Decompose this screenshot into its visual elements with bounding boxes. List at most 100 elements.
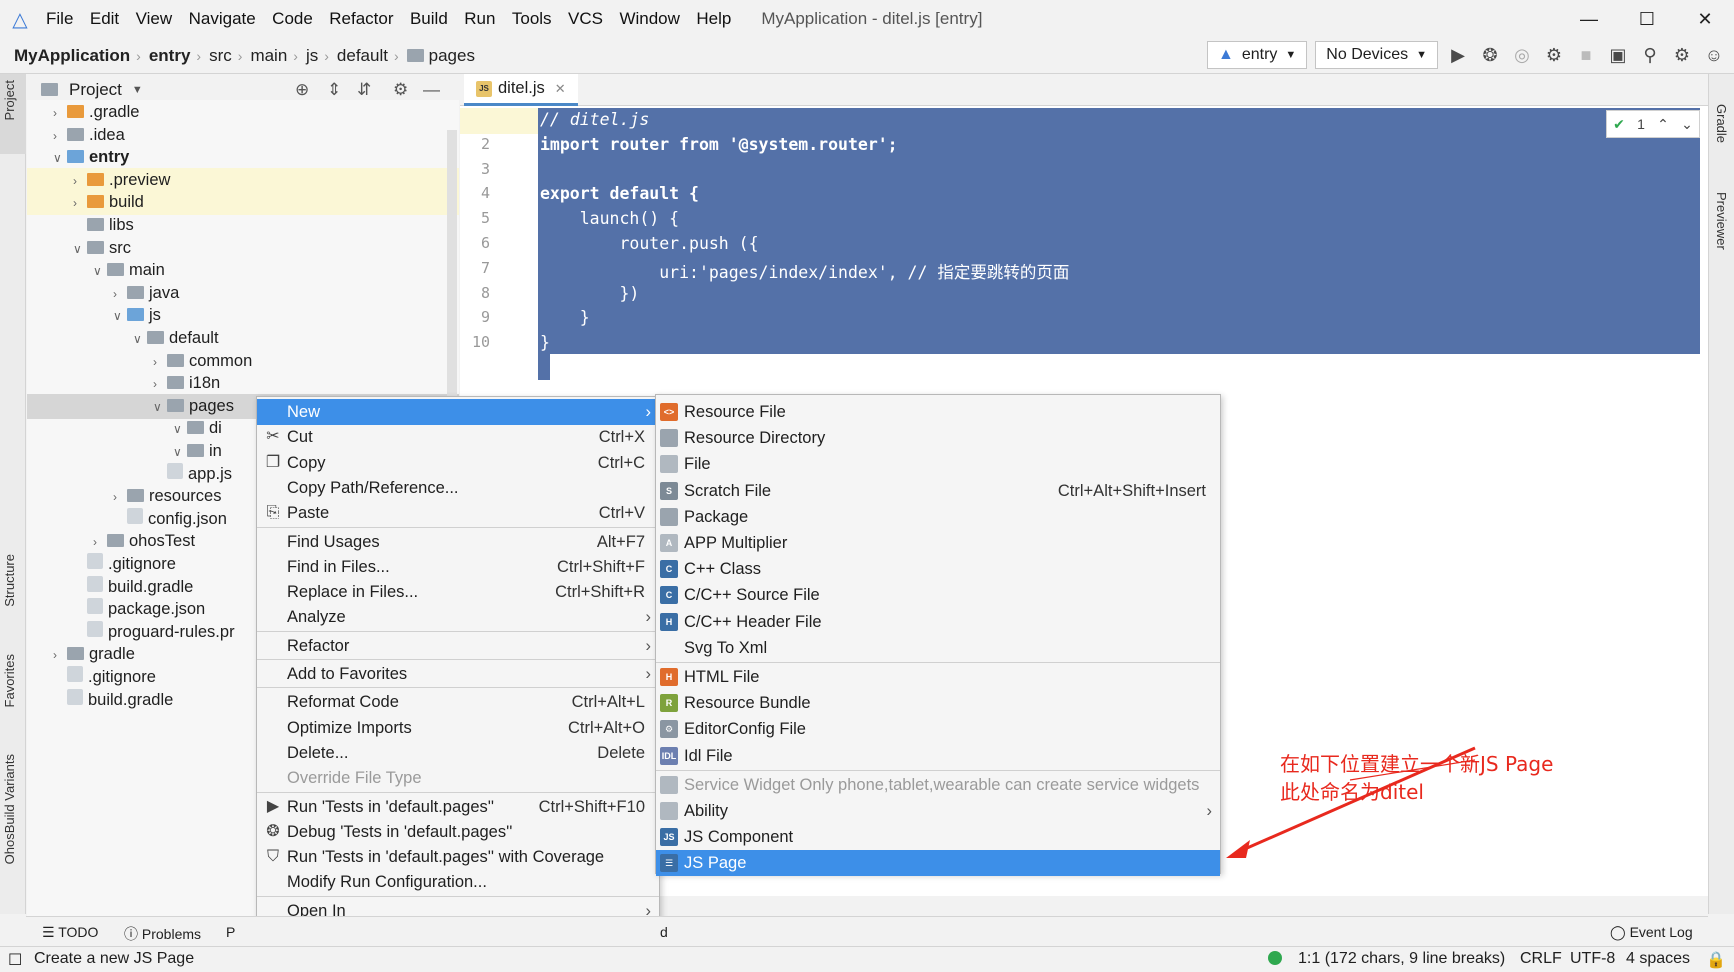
menu-view[interactable]: View	[136, 9, 173, 28]
tree-item[interactable]: › build	[27, 190, 459, 216]
tree-item[interactable]: › .gradle	[27, 100, 459, 125]
tree-item[interactable]: › common	[27, 349, 459, 374]
problems-tab[interactable]: ⓘ Problems	[124, 924, 201, 944]
breadcrumb-module[interactable]: entry	[149, 46, 191, 66]
minimize-button[interactable]: —	[1560, 0, 1618, 38]
file-encoding[interactable]: UTF-8	[1570, 950, 1615, 968]
device-select[interactable]: No Devices ▼	[1315, 41, 1438, 69]
coverage-icon[interactable]: ◎	[1510, 45, 1534, 66]
tool-tab-partial-left[interactable]: P	[226, 924, 235, 940]
favorites-tool-label[interactable]: Favorites	[2, 654, 17, 707]
tree-item[interactable]: ∨ src	[27, 236, 459, 261]
menu-tools[interactable]: Tools	[512, 9, 552, 28]
gradle-tool-label[interactable]: Gradle	[1714, 104, 1729, 143]
locate-icon[interactable]: ⊕	[295, 80, 309, 100]
menu-edit[interactable]: Edit	[90, 9, 119, 28]
chevron-down-icon[interactable]: ⌄	[1681, 116, 1693, 133]
context-menu-item[interactable]: Analyze ›	[257, 604, 659, 630]
tree-item[interactable]: libs	[27, 213, 459, 238]
new-submenu-item[interactable]: File	[656, 451, 1220, 477]
context-menu-item[interactable]: Find in Files... Ctrl+Shift+F	[257, 554, 659, 580]
new-submenu-item[interactable]: Resource Directory	[656, 425, 1220, 451]
menu-window[interactable]: Window	[619, 9, 679, 28]
context-menu-item[interactable]: Override File Type	[257, 765, 659, 791]
context-menu-item[interactable]: ❂ Debug 'Tests in 'default.pages''	[257, 819, 659, 845]
tree-item[interactable]: ∨ entry	[27, 145, 459, 170]
project-structure-icon[interactable]: ▣	[1606, 45, 1630, 66]
lock-icon[interactable]: 🔒	[1706, 950, 1726, 970]
breadcrumb-js[interactable]: js	[306, 46, 318, 66]
new-submenu-item[interactable]: IDL Idl File	[656, 743, 1220, 769]
maximize-button[interactable]: ☐	[1618, 0, 1676, 38]
previewer-tool-label[interactable]: Previewer	[1714, 192, 1729, 250]
new-submenu-item[interactable]: C C++ Class	[656, 556, 1220, 582]
menu-refactor[interactable]: Refactor	[329, 9, 393, 28]
gear-icon[interactable]: ⚙	[393, 80, 408, 100]
menu-code[interactable]: Code	[272, 9, 313, 28]
context-menu-item[interactable]: Find Usages Alt+F7	[257, 529, 659, 555]
stop-icon[interactable]: ■	[1574, 45, 1598, 66]
context-menu-item[interactable]: ⛉ Run 'Tests in 'default.pages'' with Cov…	[257, 844, 659, 870]
menu-build[interactable]: Build	[410, 9, 448, 28]
expand-all-icon[interactable]: ⇕	[327, 80, 341, 100]
context-menu-item[interactable]: Copy Path/Reference...	[257, 475, 659, 501]
tree-item[interactable]: › .preview	[27, 167, 459, 193]
new-submenu-item[interactable]: H HTML File	[656, 664, 1220, 690]
project-view-select[interactable]: Project	[69, 80, 122, 100]
menu-file[interactable]: File	[46, 9, 73, 28]
menu-navigate[interactable]: Navigate	[189, 9, 256, 28]
new-submenu-item[interactable]: Ability ›	[656, 798, 1220, 824]
settings-icon[interactable]: ⚙	[1670, 45, 1694, 66]
search-icon[interactable]: ⚲	[1638, 45, 1662, 66]
tree-scrollbar[interactable]	[447, 130, 457, 400]
tree-item[interactable]: ∨ main	[27, 258, 459, 283]
breadcrumb-pages[interactable]: pages	[429, 46, 475, 66]
context-menu-item[interactable]: ❐ Copy Ctrl+C	[257, 450, 659, 476]
context-menu-item[interactable]: ✂ Cut Ctrl+X	[257, 424, 659, 450]
inspection-widget[interactable]: ✔ 1 ⌃ ⌄	[1606, 110, 1700, 138]
context-menu-item[interactable]: ▶ Run 'Tests in 'default.pages'' Ctrl+Shif…	[257, 794, 659, 820]
new-submenu-item[interactable]: C C/C++ Source File	[656, 582, 1220, 608]
project-tool-tab[interactable]: Project	[0, 74, 26, 154]
collapse-all-icon[interactable]: ⇵	[357, 80, 371, 100]
context-menu-item[interactable]: New ›	[257, 399, 659, 425]
debug-icon[interactable]: ❂	[1478, 45, 1502, 66]
tool-tab-partial-right[interactable]: d	[660, 924, 668, 940]
context-menu-item[interactable]: ⎘ Paste Ctrl+V	[257, 500, 659, 526]
caret-position[interactable]: 1:1 (172 chars, 9 line breaks)	[1298, 950, 1505, 968]
tree-item[interactable]: › i18n	[27, 371, 459, 396]
breadcrumb-default[interactable]: default	[337, 46, 388, 66]
context-menu-item[interactable]: Reformat Code Ctrl+Alt+L	[257, 689, 659, 715]
new-submenu-item[interactable]: Service Widget Only phone,tablet,wearabl…	[656, 772, 1220, 798]
context-menu-item[interactable]: Add to Favorites ›	[257, 661, 659, 687]
account-icon[interactable]: ☺	[1702, 45, 1726, 66]
run-icon[interactable]: ▶	[1446, 45, 1470, 66]
new-submenu-item[interactable]: ☰ JS Page	[656, 850, 1220, 877]
breadcrumb-src[interactable]: src	[209, 46, 232, 66]
new-submenu-item[interactable]: JS JS Component	[656, 824, 1220, 850]
event-log-tab[interactable]: ◯ Event Log	[1610, 924, 1693, 941]
tab-ditel-js[interactable]: JS ditel.js ✕	[464, 74, 578, 106]
chevron-down-icon[interactable]: ▼	[132, 84, 143, 96]
variants-tool-label[interactable]: OhosBuild Variants	[2, 754, 17, 864]
close-button[interactable]: ✕	[1676, 0, 1734, 38]
new-submenu-item[interactable]: A APP Multiplier	[656, 530, 1220, 556]
context-menu-item[interactable]: Modify Run Configuration...	[257, 869, 659, 895]
new-submenu-item[interactable]: S Scratch File Ctrl+Alt+Shift+Insert	[656, 478, 1220, 504]
breadcrumb-main[interactable]: main	[250, 46, 287, 66]
close-tab-icon[interactable]: ✕	[555, 81, 566, 97]
line-separator[interactable]: CRLF	[1520, 950, 1562, 968]
tree-item[interactable]: ∨ js	[27, 303, 459, 328]
new-submenu-item[interactable]: Svg To Xml	[656, 635, 1220, 661]
breadcrumb-project[interactable]: MyApplication	[14, 46, 130, 66]
new-submenu-item[interactable]: R Resource Bundle	[656, 690, 1220, 716]
indent-setting[interactable]: 4 spaces	[1626, 950, 1690, 968]
chevron-up-icon[interactable]: ⌃	[1657, 116, 1669, 133]
context-menu-item[interactable]: Optimize Imports Ctrl+Alt+O	[257, 715, 659, 741]
menu-vcs[interactable]: VCS	[568, 9, 603, 28]
hide-panel-icon[interactable]: —	[423, 80, 440, 100]
run-config-select[interactable]: ▲ entry ▼	[1206, 41, 1308, 69]
context-menu-item[interactable]: Refactor ›	[257, 633, 659, 659]
tree-item[interactable]: ∨ default	[27, 326, 459, 351]
menu-help[interactable]: Help	[696, 9, 731, 28]
